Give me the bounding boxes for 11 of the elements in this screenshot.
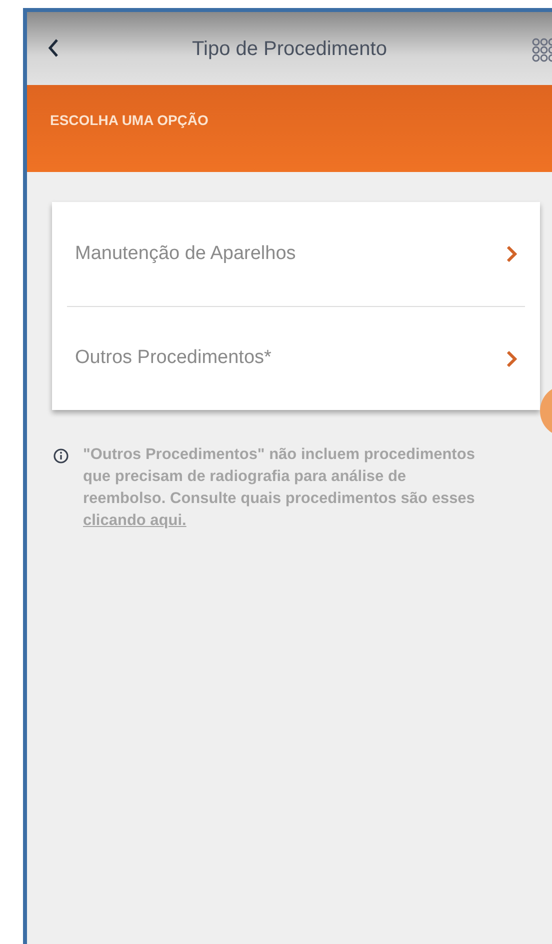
info-note: "Outros Procedimentos" não incluem procedimentos que precisam de radiografia para análise de reembolso. Consulte quais procedimentos são esses clicando aqui.: [83, 445, 476, 531]
option-row[interactable]: Outros Procedimentos*: [67, 306, 525, 410]
info-icon: [53, 448, 69, 464]
section-heading: ESCOLHA UMA OPÇÃO: [50, 112, 208, 128]
back-icon[interactable]: [47, 38, 59, 58]
chevron-icon: [506, 350, 517, 368]
grid-icon[interactable]: [532, 38, 552, 62]
screen-title: Tipo de Procedimento: [192, 36, 387, 62]
link[interactable]: clicando aqui.: [83, 512, 186, 529]
option-row[interactable]: Manutenção de Aparelhos: [67, 202, 525, 306]
chevron-icon: [506, 245, 517, 263]
